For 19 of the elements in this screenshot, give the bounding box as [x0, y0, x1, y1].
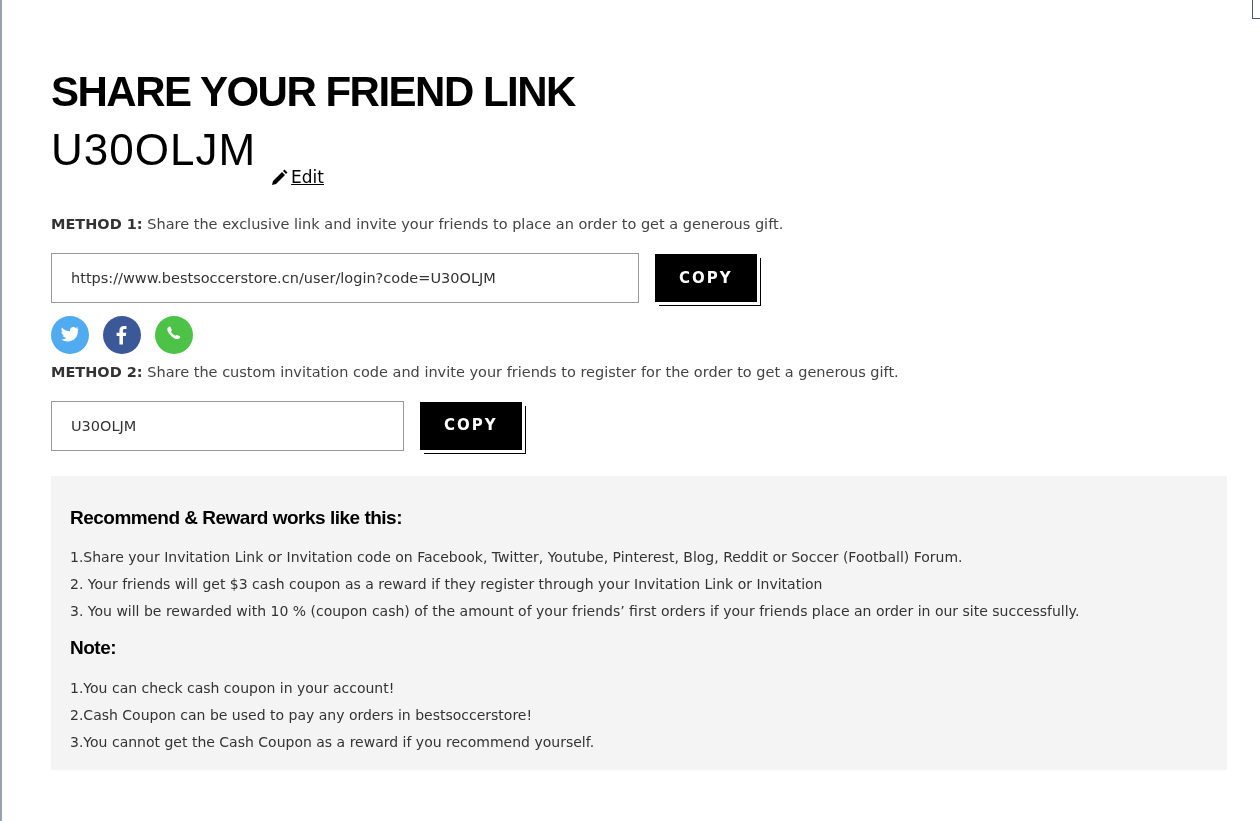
- whatsapp-icon[interactable]: [155, 315, 193, 356]
- edit-link[interactable]: Edit: [271, 164, 324, 190]
- pencil-icon: [271, 169, 290, 186]
- copy-field[interactable]: https://www.bestsoccerstore.cn/user/login?code=U30OLJM: [51, 252, 639, 303]
- invite-code: U30OLJM: [51, 124, 257, 176]
- method-description: METHOD 1: Share the exclusive link and invite your friends to place an order to get a generous gift.: [51, 215, 785, 234]
- info-text: 2.Cash Coupon can be used to pay any orders in bestsoccerstore!: [70, 705, 534, 725]
- info-text: 3.You cannot get the Cash Coupon as a reward if you recommend yourself.: [70, 732, 596, 752]
- section-heading: Note:: [70, 636, 118, 660]
- section-heading: Recommend & Reward works like this:: [70, 505, 403, 530]
- facebook-icon[interactable]: [103, 315, 141, 356]
- twitter-bird-icon[interactable]: [51, 315, 89, 356]
- info-text: 1.Share your Invitation Link or Invitation code on Facebook, Twitter, Youtube, Pinterest, Blog, Reddit or Soccer (Football) Forum.: [70, 548, 964, 567]
- page-title: SHARE YOUR FRIEND LINK: [51, 67, 577, 117]
- info-text: 2. Your friends will get $3 cash coupon as a reward if they register through your Invitation Link or Invitation: [70, 575, 824, 594]
- method-description: METHOD 2: Share the custom invitation code and invite your friends to register for the order to get a generous gift.: [51, 362, 900, 382]
- copy-field[interactable]: U30OLJM: [51, 400, 404, 451]
- info-text: 1.You can check cash coupon in your account!: [70, 678, 396, 698]
- info-text: 3. You will be rewarded with 10 % (coupon cash) of the amount of your friends’ first orders if your friends place an order in our site successfully.: [70, 602, 1081, 621]
